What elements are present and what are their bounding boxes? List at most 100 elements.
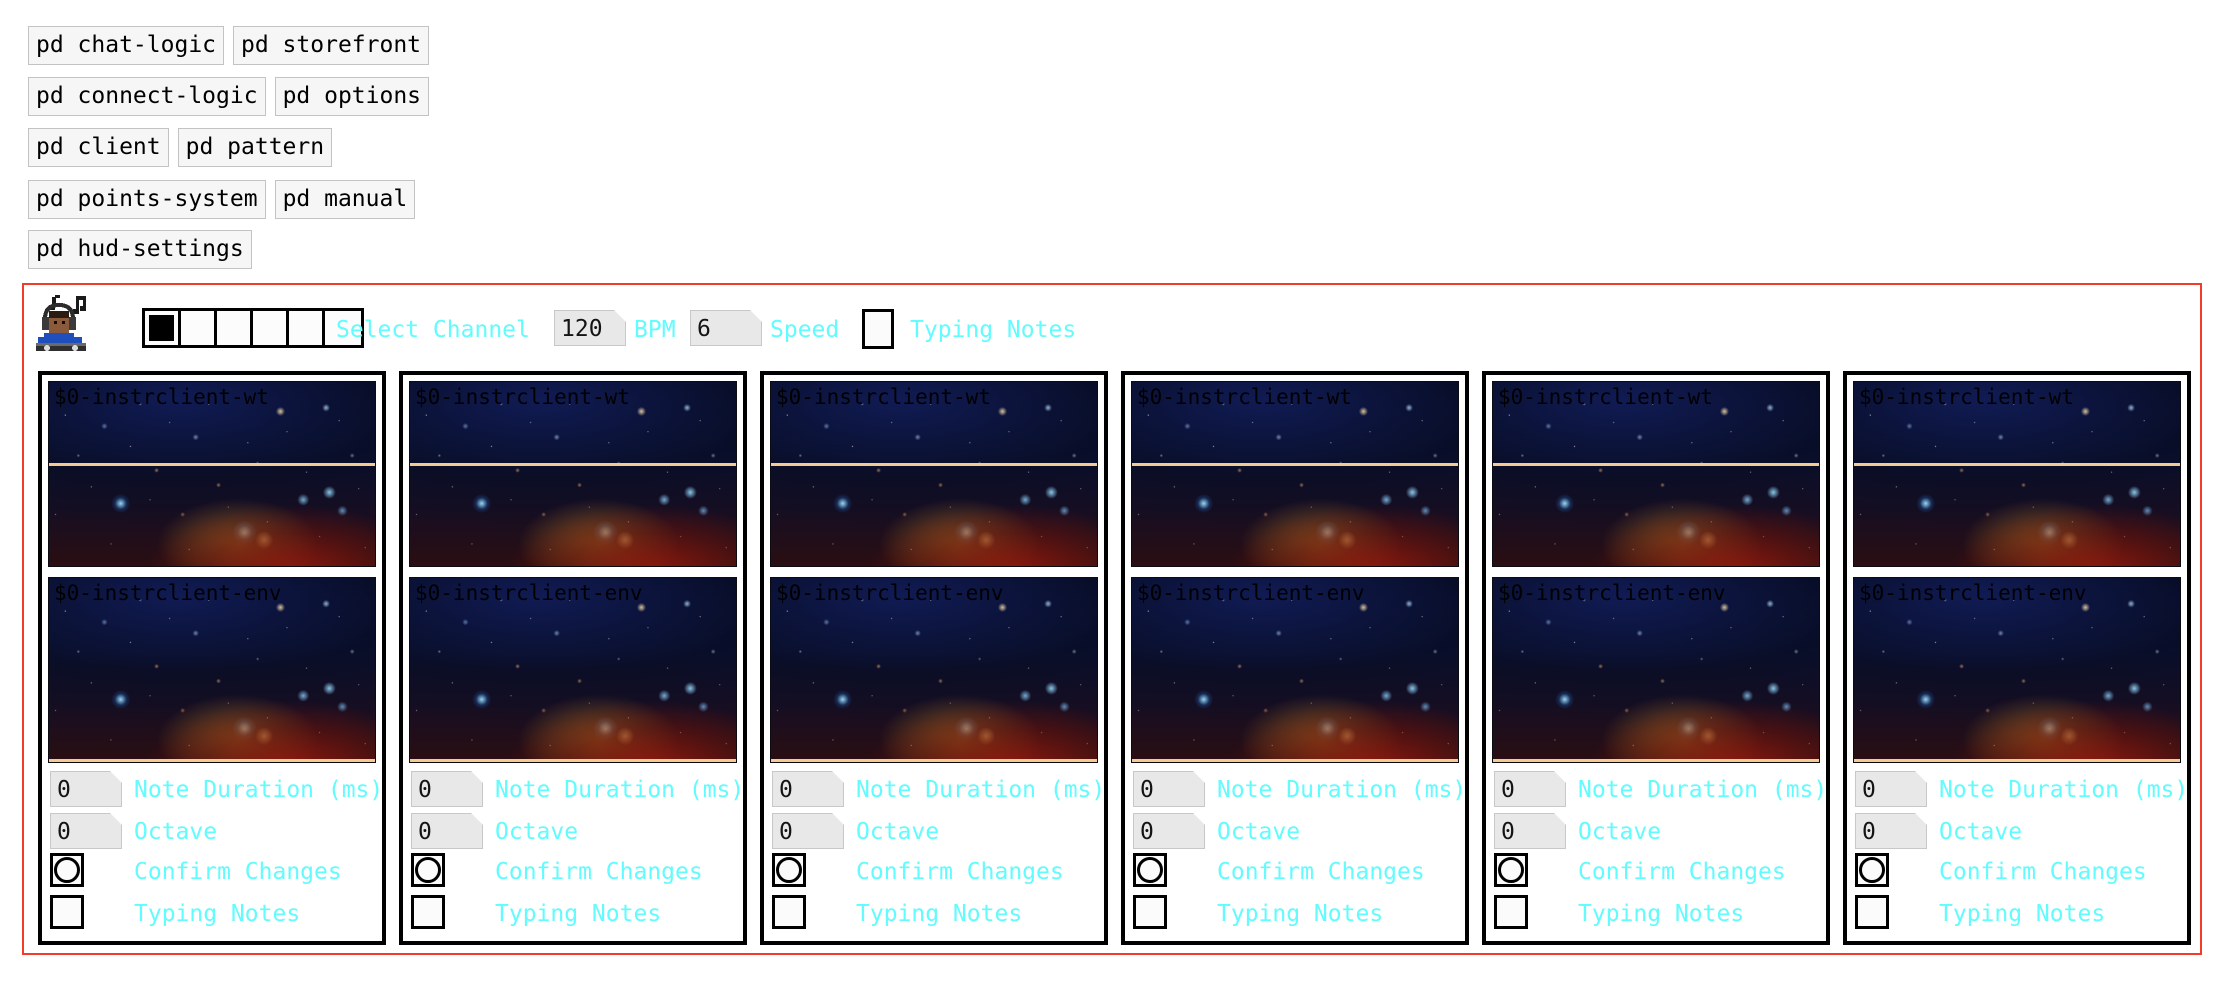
channel-radio-cell-4[interactable] [289, 311, 325, 345]
nebula-background-image [410, 578, 736, 762]
array-trace-line [1132, 462, 1458, 466]
pd-object-pd-connect-logic[interactable]: pd connect-logic [28, 77, 266, 116]
typing-notes-toggle[interactable] [50, 895, 84, 929]
confirm-changes-bang[interactable] [50, 853, 84, 887]
wavetable-array-graph[interactable]: $0-instrclient-wt [770, 381, 1098, 567]
octave-number-box[interactable]: 0 [1494, 813, 1566, 849]
octave-label: Octave [1217, 819, 1301, 845]
array-trace-line [1854, 759, 2180, 762]
octave-number-box[interactable]: 0 [1133, 813, 1205, 849]
instrument-panel: $0-instrclient-wt $0-instrclient-env 0 Note… [1843, 371, 2191, 945]
typing-notes-toggle[interactable] [772, 895, 806, 929]
instrument-panel: $0-instrclient-wt $0-instrclient-env 0 Note… [399, 371, 747, 945]
nebula-background-image [1132, 578, 1458, 762]
nebula-background-image [49, 578, 375, 762]
wavetable-array-graph[interactable]: $0-instrclient-wt [409, 381, 737, 567]
wavetable-array-graph[interactable]: $0-instrclient-wt [1131, 381, 1459, 567]
bpm-label: BPM [634, 317, 676, 343]
wavetable-array-graph[interactable]: $0-instrclient-wt [1853, 381, 2181, 567]
envelope-array-graph[interactable]: $0-instrclient-env [409, 577, 737, 763]
pd-object-pd-hud-settings[interactable]: pd hud-settings [28, 230, 252, 269]
pd-object-pd-options[interactable]: pd options [274, 77, 430, 116]
dj-headphones-icon [32, 293, 90, 355]
octave-number-box[interactable]: 0 [772, 813, 844, 849]
pd-object-pd-client[interactable]: pd client [28, 128, 169, 167]
array-trace-line [1132, 759, 1458, 762]
confirm-changes-bang[interactable] [1494, 853, 1528, 887]
pd-object-row: pd chat-logic pd storefront [28, 26, 430, 65]
bpm-number-box[interactable]: 120 [554, 310, 626, 346]
nebula-background-image [1493, 382, 1819, 566]
array-trace-line [49, 759, 375, 762]
wavetable-array-graph[interactable]: $0-instrclient-wt [1492, 381, 1820, 567]
select-channel-radio[interactable] [142, 308, 364, 348]
envelope-array-graph[interactable]: $0-instrclient-env [48, 577, 376, 763]
typing-notes-label: Typing Notes [134, 901, 301, 927]
confirm-changes-label: Confirm Changes [1217, 859, 1425, 885]
instrument-panel-strip: $0-instrclient-wt $0-instrclient-env 0 Note… [38, 371, 2191, 945]
envelope-array-graph[interactable]: $0-instrclient-env [1853, 577, 2181, 763]
array-name-label: $0-instrclient-env [1498, 581, 1726, 605]
array-name-label: $0-instrclient-wt [415, 385, 630, 409]
confirm-changes-label: Confirm Changes [495, 859, 703, 885]
typing-notes-toggle[interactable] [1494, 895, 1528, 929]
note-duration-number-box[interactable]: 0 [1855, 771, 1927, 807]
typing-notes-toggle[interactable] [1133, 895, 1167, 929]
typing-notes-toggle[interactable] [411, 895, 445, 929]
nebula-background-image [1132, 382, 1458, 566]
envelope-array-graph[interactable]: $0-instrclient-env [1492, 577, 1820, 763]
pd-object-pd-storefront[interactable]: pd storefront [233, 26, 430, 65]
note-duration-number-box[interactable]: 0 [772, 771, 844, 807]
nebula-background-image [771, 382, 1097, 566]
instrument-panel: $0-instrclient-wt $0-instrclient-env 0 Note… [1482, 371, 1830, 945]
speed-label: Speed [770, 317, 840, 343]
array-name-label: $0-instrclient-wt [1859, 385, 2074, 409]
octave-label: Octave [856, 819, 940, 845]
octave-label: Octave [1578, 819, 1662, 845]
array-trace-line [410, 462, 736, 466]
channel-radio-cell-2[interactable] [217, 311, 253, 345]
pd-object-pd-pattern[interactable]: pd pattern [177, 128, 333, 167]
wavetable-array-graph[interactable]: $0-instrclient-wt [48, 381, 376, 567]
channel-radio-cell-1[interactable] [181, 311, 217, 345]
confirm-changes-label: Confirm Changes [134, 859, 342, 885]
envelope-array-graph[interactable]: $0-instrclient-env [1131, 577, 1459, 763]
note-duration-number-box[interactable]: 0 [411, 771, 483, 807]
pd-object-row: pd points-system pd manual [28, 180, 416, 219]
pd-object-pd-manual[interactable]: pd manual [274, 180, 416, 219]
octave-number-box[interactable]: 0 [50, 813, 122, 849]
confirm-changes-bang[interactable] [772, 853, 806, 887]
typing-notes-toggle[interactable] [862, 309, 894, 349]
nebula-background-image [1854, 578, 2180, 762]
speed-number-box[interactable]: 6 [690, 310, 762, 346]
octave-number-box[interactable]: 0 [1855, 813, 1927, 849]
nebula-background-image [1493, 578, 1819, 762]
array-name-label: $0-instrclient-env [776, 581, 1004, 605]
typing-notes-toggle[interactable] [1855, 895, 1889, 929]
channel-radio-cell-0[interactable] [145, 311, 181, 345]
array-name-label: $0-instrclient-wt [54, 385, 269, 409]
note-duration-number-box[interactable]: 0 [1133, 771, 1205, 807]
pd-object-row: pd client pd pattern [28, 128, 333, 167]
pd-object-row: pd connect-logic pd options [28, 77, 430, 116]
array-trace-line [771, 759, 1097, 762]
instrument-panel: $0-instrclient-wt $0-instrclient-env 0 Note… [38, 371, 386, 945]
select-channel-label: Select Channel [336, 317, 530, 343]
array-name-label: $0-instrclient-wt [1137, 385, 1352, 409]
channel-radio-cell-3[interactable] [253, 311, 289, 345]
confirm-changes-bang[interactable] [411, 853, 445, 887]
pd-object-pd-chat-logic[interactable]: pd chat-logic [28, 26, 225, 65]
confirm-changes-bang[interactable] [1855, 853, 1889, 887]
envelope-array-graph[interactable]: $0-instrclient-env [770, 577, 1098, 763]
octave-number-box[interactable]: 0 [411, 813, 483, 849]
confirm-changes-bang[interactable] [1133, 853, 1167, 887]
array-trace-line [410, 759, 736, 762]
confirm-changes-label: Confirm Changes [1578, 859, 1786, 885]
note-duration-label: Note Duration (ms) [1217, 777, 1467, 803]
note-duration-number-box[interactable]: 0 [50, 771, 122, 807]
note-duration-number-box[interactable]: 0 [1494, 771, 1566, 807]
note-duration-label: Note Duration (ms) [1578, 777, 1828, 803]
pd-object-row: pd hud-settings [28, 230, 252, 269]
array-name-label: $0-instrclient-env [415, 581, 643, 605]
pd-object-pd-points-system[interactable]: pd points-system [28, 180, 266, 219]
